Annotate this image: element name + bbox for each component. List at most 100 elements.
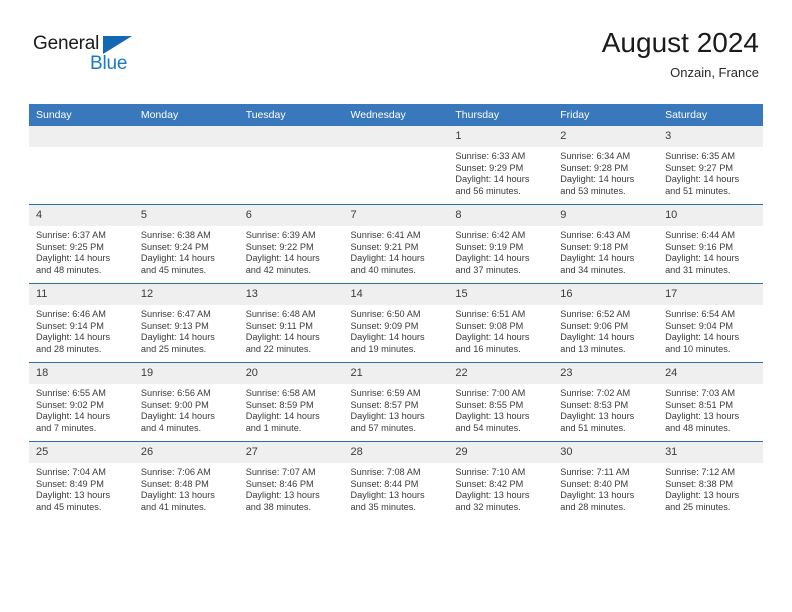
calendar-day-cell[interactable]: 9 Sunrise: 6:43 AM Sunset: 9:18 PM Daylight… bbox=[553, 204, 659, 284]
calendar-day-cell[interactable]: 21 Sunrise: 6:59 AM Sunset: 8:57 PM Dayligh… bbox=[343, 362, 449, 442]
day-number: 30 bbox=[553, 442, 659, 463]
calendar-day-cell[interactable]: 10 Sunrise: 6:44 AM Sunset: 9:16 PM Dayligh… bbox=[658, 204, 763, 284]
calendar-day-cell[interactable]: 31 Sunrise: 7:12 AM Sunset: 8:38 PM Dayligh… bbox=[658, 441, 763, 520]
day-info: Sunrise: 6:56 AM Sunset: 9:00 PM Daylight:… bbox=[134, 384, 239, 434]
day-daylight-1-text: Daylight: 14 hours bbox=[560, 332, 635, 343]
day-info: Sunrise: 6:37 AM Sunset: 9:25 PM Daylight:… bbox=[29, 226, 134, 276]
logo-text-blue: Blue bbox=[90, 53, 128, 74]
calendar-day-cell[interactable]: 22 Sunrise: 7:00 AM Sunset: 8:55 PM Dayligh… bbox=[448, 362, 554, 442]
calendar-day-cell[interactable]: 28 Sunrise: 7:08 AM Sunset: 8:44 PM Dayligh… bbox=[343, 441, 449, 520]
day-daylight-2-text: and 16 minutes. bbox=[455, 343, 521, 354]
day-sunrise-text: Sunrise: 6:39 AM bbox=[245, 230, 316, 240]
calendar-day-cell-empty bbox=[238, 126, 344, 205]
calendar-day-cell[interactable]: 12 Sunrise: 6:47 AM Sunset: 9:13 PM Dayligh… bbox=[133, 283, 239, 363]
day-number: 25 bbox=[29, 442, 134, 463]
day-number: 21 bbox=[343, 363, 449, 384]
day-number: 8 bbox=[448, 205, 554, 226]
day-daylight-1-text: Daylight: 14 hours bbox=[36, 253, 111, 264]
day-sunrise-text: Sunrise: 6:35 AM bbox=[665, 151, 736, 161]
day-daylight-2-text: and 48 minutes. bbox=[665, 422, 731, 433]
calendar-day-cell[interactable]: 25 Sunrise: 7:04 AM Sunset: 8:49 PM Dayligh… bbox=[29, 441, 134, 520]
day-number: 26 bbox=[133, 442, 239, 463]
day-info: Sunrise: 6:59 AM Sunset: 8:57 PM Daylight:… bbox=[344, 384, 449, 434]
weekday-header-wednesday: Wednesday bbox=[343, 104, 449, 126]
day-sunrise-text: Sunrise: 6:55 AM bbox=[36, 388, 106, 398]
calendar-day-cell[interactable]: 30 Sunrise: 7:11 AM Sunset: 8:40 PM Dayligh… bbox=[553, 441, 659, 520]
day-daylight-1-text: Daylight: 13 hours bbox=[665, 490, 740, 501]
calendar-day-cell[interactable]: 4 Sunrise: 6:37 AM Sunset: 9:25 PM Daylight… bbox=[29, 204, 134, 284]
day-sunset-text: Sunset: 9:00 PM bbox=[140, 399, 209, 410]
general-blue-logo[interactable]: General Blue bbox=[33, 33, 153, 81]
day-sunrise-text: Sunrise: 7:02 AM bbox=[560, 388, 631, 398]
day-sunset-text: Sunset: 9:13 PM bbox=[140, 320, 209, 331]
day-info: Sunrise: 6:54 AM Sunset: 9:04 PM Daylight:… bbox=[658, 305, 763, 355]
day-daylight-1-text: Daylight: 13 hours bbox=[350, 490, 425, 501]
day-sunset-text: Sunset: 9:21 PM bbox=[350, 241, 419, 252]
day-number: 9 bbox=[553, 205, 659, 226]
day-sunrise-text: Sunrise: 7:00 AM bbox=[455, 388, 526, 398]
calendar-day-cell[interactable]: 19 Sunrise: 6:56 AM Sunset: 9:00 PM Dayligh… bbox=[133, 362, 239, 442]
calendar-day-cell[interactable]: 18 Sunrise: 6:55 AM Sunset: 9:02 PM Dayligh… bbox=[29, 362, 134, 442]
day-sunset-text: Sunset: 9:19 PM bbox=[455, 241, 524, 252]
page-header: General Blue August 2024 Onzain, France bbox=[0, 0, 792, 100]
weekday-header-tuesday: Tuesday bbox=[238, 104, 344, 126]
day-sunset-text: Sunset: 8:40 PM bbox=[560, 478, 629, 489]
calendar-day-cell[interactable]: 13 Sunrise: 6:48 AM Sunset: 9:11 PM Dayligh… bbox=[238, 283, 344, 363]
day-daylight-2-text: and 22 minutes. bbox=[245, 343, 312, 354]
calendar-day-cell[interactable]: 11 Sunrise: 6:46 AM Sunset: 9:14 PM Dayligh… bbox=[29, 283, 134, 363]
calendar-day-cell[interactable]: 20 Sunrise: 6:58 AM Sunset: 8:59 PM Dayligh… bbox=[238, 362, 344, 442]
calendar-day-cell[interactable]: 17 Sunrise: 6:54 AM Sunset: 9:04 PM Dayligh… bbox=[658, 283, 763, 363]
day-daylight-1-text: Daylight: 14 hours bbox=[455, 174, 530, 185]
day-number bbox=[238, 126, 344, 147]
calendar-day-cell[interactable]: 8 Sunrise: 6:42 AM Sunset: 9:19 PM Daylight… bbox=[448, 204, 554, 284]
day-daylight-2-text: and 42 minutes. bbox=[245, 264, 312, 275]
calendar-day-cell[interactable]: 23 Sunrise: 7:02 AM Sunset: 8:53 PM Dayligh… bbox=[553, 362, 659, 442]
calendar-day-cell[interactable]: 24 Sunrise: 7:03 AM Sunset: 8:51 PM Dayligh… bbox=[658, 362, 763, 442]
calendar-day-cell[interactable]: 6 Sunrise: 6:39 AM Sunset: 9:22 PM Daylight… bbox=[238, 204, 344, 284]
day-daylight-2-text: and 1 minute. bbox=[245, 422, 302, 433]
day-number: 15 bbox=[448, 284, 554, 305]
day-daylight-1-text: Daylight: 13 hours bbox=[665, 411, 740, 422]
calendar-day-cell[interactable]: 2 Sunrise: 6:34 AM Sunset: 9:28 PM Daylight… bbox=[553, 126, 659, 205]
day-sunset-text: Sunset: 8:49 PM bbox=[36, 478, 104, 489]
calendar-day-cell-empty bbox=[133, 126, 239, 205]
day-sunrise-text: Sunrise: 6:50 AM bbox=[350, 309, 421, 319]
day-info: Sunrise: 6:48 AM Sunset: 9:11 PM Daylight:… bbox=[239, 305, 344, 355]
day-info: Sunrise: 6:43 AM Sunset: 9:18 PM Daylight:… bbox=[553, 226, 658, 276]
calendar-day-cell[interactable]: 7 Sunrise: 6:41 AM Sunset: 9:21 PM Daylight… bbox=[343, 204, 449, 284]
day-number: 12 bbox=[133, 284, 239, 305]
day-number: 28 bbox=[343, 442, 449, 463]
day-sunset-text: Sunset: 9:09 PM bbox=[350, 320, 419, 331]
day-sunrise-text: Sunrise: 6:34 AM bbox=[560, 151, 631, 161]
calendar-day-cell[interactable]: 5 Sunrise: 6:38 AM Sunset: 9:24 PM Daylight… bbox=[133, 204, 239, 284]
calendar-day-cell[interactable]: 3 Sunrise: 6:35 AM Sunset: 9:27 PM Daylight… bbox=[658, 126, 763, 205]
day-number: 16 bbox=[553, 284, 659, 305]
calendar-day-cell[interactable]: 1 Sunrise: 6:33 AM Sunset: 9:29 PM Daylight… bbox=[448, 126, 554, 205]
day-info: Sunrise: 6:44 AM Sunset: 9:16 PM Daylight:… bbox=[658, 226, 763, 276]
day-sunset-text: Sunset: 8:51 PM bbox=[665, 399, 733, 410]
day-info: Sunrise: 7:12 AM Sunset: 8:38 PM Daylight:… bbox=[658, 463, 763, 513]
calendar-day-cell[interactable]: 26 Sunrise: 7:06 AM Sunset: 8:48 PM Dayligh… bbox=[133, 441, 239, 520]
day-number: 4 bbox=[29, 205, 134, 226]
day-info: Sunrise: 6:50 AM Sunset: 9:09 PM Daylight:… bbox=[344, 305, 449, 355]
day-daylight-1-text: Daylight: 14 hours bbox=[245, 332, 320, 343]
day-info: Sunrise: 7:04 AM Sunset: 8:49 PM Daylight:… bbox=[29, 463, 134, 513]
calendar-day-cell[interactable]: 29 Sunrise: 7:10 AM Sunset: 8:42 PM Dayligh… bbox=[448, 441, 554, 520]
day-sunset-text: Sunset: 9:11 PM bbox=[245, 320, 313, 331]
day-daylight-2-text: and 28 minutes. bbox=[560, 501, 626, 512]
day-number bbox=[343, 126, 449, 147]
day-daylight-2-text: and 38 minutes. bbox=[245, 501, 312, 512]
calendar-day-cell[interactable]: 16 Sunrise: 6:52 AM Sunset: 9:06 PM Dayligh… bbox=[553, 283, 659, 363]
day-daylight-1-text: Daylight: 14 hours bbox=[665, 332, 740, 343]
calendar-week-row: 25 Sunrise: 7:04 AM Sunset: 8:49 PM Dayligh… bbox=[29, 441, 763, 520]
day-daylight-2-text: and 10 minutes. bbox=[665, 343, 731, 354]
logo-triangle-icon bbox=[103, 36, 132, 54]
day-number: 14 bbox=[343, 284, 449, 305]
day-sunset-text: Sunset: 9:08 PM bbox=[455, 320, 524, 331]
calendar-day-cell[interactable]: 14 Sunrise: 6:50 AM Sunset: 9:09 PM Dayligh… bbox=[343, 283, 449, 363]
calendar-day-cell[interactable]: 15 Sunrise: 6:51 AM Sunset: 9:08 PM Dayligh… bbox=[448, 283, 554, 363]
day-daylight-1-text: Daylight: 14 hours bbox=[140, 332, 215, 343]
calendar-day-cell[interactable]: 27 Sunrise: 7:07 AM Sunset: 8:46 PM Dayligh… bbox=[238, 441, 344, 520]
day-number bbox=[133, 126, 239, 147]
day-sunrise-text: Sunrise: 7:10 AM bbox=[455, 467, 526, 477]
